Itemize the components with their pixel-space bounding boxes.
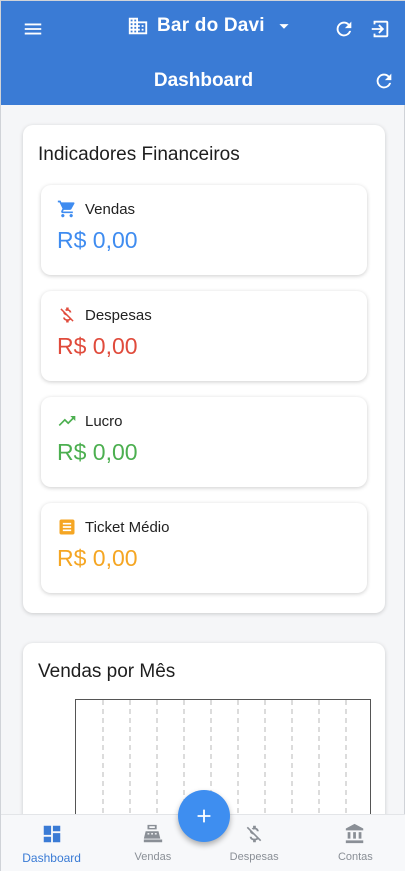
store-name: Bar do Davi bbox=[157, 15, 265, 36]
nav-sales-label: Vendas bbox=[134, 851, 172, 863]
kpi-sales-value: R$ 0,00 bbox=[57, 227, 138, 253]
refresh-store-button[interactable] bbox=[328, 13, 360, 45]
refresh-icon bbox=[336, 21, 352, 37]
nav-expenses-label: Despesas bbox=[229, 851, 279, 863]
nav-dashboard[interactable]: Dashboard bbox=[1, 815, 102, 871]
refresh-dashboard-button[interactable] bbox=[368, 65, 400, 97]
kpi-profit-label: Lucro bbox=[85, 412, 123, 430]
kpi-sales-card[interactable]: Vendas R$ 0,00 bbox=[41, 185, 367, 275]
kpi-expenses-value: R$ 0,00 bbox=[57, 333, 138, 359]
sales-chart-title: Vendas por Mês bbox=[38, 661, 176, 682]
kpi-ticket-value: R$ 0,00 bbox=[57, 545, 138, 571]
plus-icon bbox=[197, 809, 211, 823]
kpi-expenses-label: Despesas bbox=[85, 306, 152, 324]
app-bar-subtitle: Dashboard bbox=[1, 57, 405, 105]
page-title: Dashboard bbox=[153, 70, 254, 91]
menu-button[interactable] bbox=[17, 13, 49, 45]
logout-button[interactable] bbox=[364, 13, 396, 45]
logout-icon bbox=[371, 20, 389, 38]
refresh-icon bbox=[376, 73, 392, 89]
nav-dashboard-label: Dashboard bbox=[22, 851, 81, 865]
menu-icon bbox=[24, 23, 42, 35]
nav-accounts[interactable]: Contas bbox=[305, 815, 405, 871]
kpi-ticket-card[interactable]: Ticket Médio R$ 0,00 bbox=[41, 503, 367, 593]
app-bar-top: Bar do Davi bbox=[1, 1, 405, 57]
add-fab-button[interactable] bbox=[178, 790, 230, 842]
kpi-sales-label: Vendas bbox=[85, 200, 136, 218]
app-bar: Bar do Davi Dashboard bbox=[1, 1, 405, 105]
trending-up-icon bbox=[58, 416, 76, 426]
store-selector[interactable]: Bar do Davi bbox=[127, 15, 295, 37]
kpi-expenses-card[interactable]: Despesas R$ 0,00 bbox=[41, 291, 367, 381]
money-off-icon bbox=[60, 307, 74, 323]
kpi-profit-card[interactable]: Lucro R$ 0,00 bbox=[41, 397, 367, 487]
financial-indicators-title: Indicadores Financeiros bbox=[38, 144, 240, 165]
cart-icon bbox=[57, 200, 75, 218]
money-off-icon bbox=[246, 825, 262, 843]
header-actions bbox=[328, 13, 396, 45]
building-icon bbox=[128, 17, 148, 35]
receipt-icon bbox=[59, 519, 75, 535]
bank-icon bbox=[346, 823, 364, 844]
financial-indicators-card: Indicadores Financeiros Vendas R$ 0,00 D… bbox=[23, 125, 385, 613]
nav-accounts-label: Contas bbox=[337, 851, 373, 863]
dropdown-arrow-icon bbox=[279, 24, 289, 29]
kpi-ticket-label: Ticket Médio bbox=[85, 518, 170, 536]
kpi-profit-value: R$ 0,00 bbox=[57, 439, 138, 465]
cash-register-icon bbox=[143, 824, 163, 843]
dashboard-icon bbox=[43, 825, 60, 843]
